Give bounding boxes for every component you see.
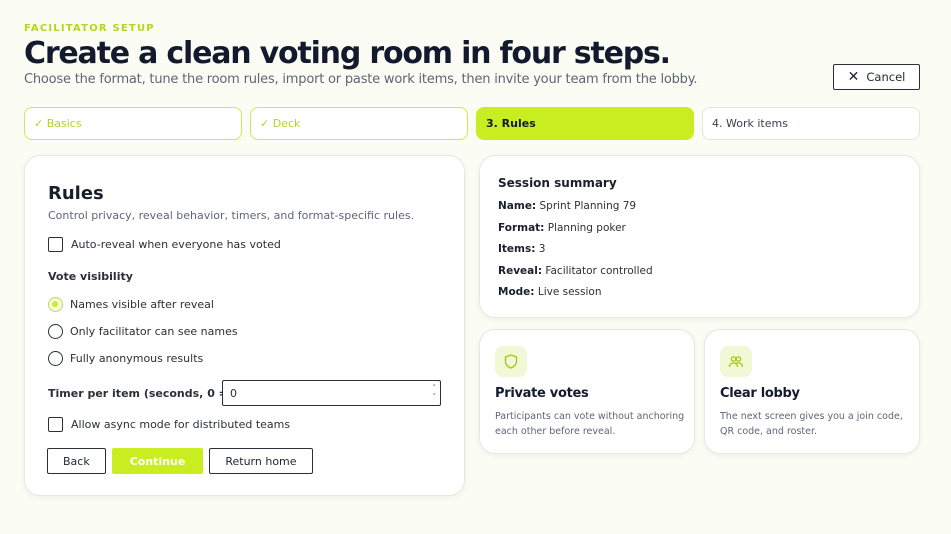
- summary-value: Planning poker: [547, 222, 626, 234]
- summary-key: Mode:: [498, 286, 535, 298]
- step-basics[interactable]: ✓ Basics: [24, 107, 242, 140]
- timer-value: 0: [230, 386, 237, 400]
- summary-row-items: Items: 3: [498, 243, 545, 255]
- chevron-up-icon[interactable]: ˄: [433, 384, 437, 393]
- chevron-down-icon[interactable]: ˅: [433, 393, 437, 402]
- radio-facilitator-only[interactable]: [48, 324, 63, 339]
- page-title: Create a clean voting room in four steps…: [24, 36, 671, 71]
- visibility-option-anonymous[interactable]: Fully anonymous results: [48, 351, 203, 366]
- return-home-button[interactable]: Return home: [209, 448, 313, 474]
- vote-visibility-label: Vote visibility: [48, 270, 133, 283]
- auto-reveal-label: Auto-reveal when everyone has voted: [71, 238, 281, 251]
- radio-label: Names visible after reveal: [70, 298, 214, 311]
- summary-row-format: Format: Planning poker: [498, 222, 626, 234]
- shield-icon: [495, 346, 527, 377]
- radio-label: Fully anonymous results: [70, 352, 204, 365]
- async-mode-label: Allow async mode for distributed teams: [71, 418, 291, 431]
- rules-title: Rules: [48, 183, 104, 204]
- visibility-option-names-after-reveal[interactable]: Names visible after reveal: [48, 297, 214, 312]
- feature-description: The next screen gives you a join code, Q…: [720, 411, 903, 437]
- feature-description: Participants can vote without anchoring …: [495, 411, 685, 437]
- feature-title: Clear lobby: [720, 386, 800, 401]
- summary-row-mode: Mode: Live session: [498, 286, 602, 298]
- summary-key: Items:: [498, 243, 536, 255]
- session-summary-card: Session summary Name: Sprint Planning 79…: [479, 155, 920, 318]
- auto-reveal-row[interactable]: Auto-reveal when everyone has voted: [48, 237, 281, 252]
- step-deck[interactable]: ✓ Deck: [250, 107, 468, 140]
- cancel-label: Cancel: [866, 70, 906, 84]
- visibility-option-facilitator-only[interactable]: Only facilitator can see names: [48, 324, 238, 339]
- eyebrow-label: FACILITATOR SETUP: [24, 23, 155, 34]
- summary-value: 3: [538, 243, 546, 255]
- step-work-items[interactable]: 4. Work items: [702, 107, 920, 140]
- summary-key: Format:: [498, 222, 545, 234]
- stepper: ✓ Basics ✓ Deck 3. Rules 4. Work items: [24, 107, 920, 140]
- close-icon: ✕: [847, 69, 860, 85]
- async-mode-checkbox[interactable]: [48, 417, 63, 432]
- radio-label: Only facilitator can see names: [70, 325, 238, 338]
- summary-key: Name:: [498, 200, 537, 212]
- radio-anonymous[interactable]: [48, 351, 63, 366]
- step-rules[interactable]: 3. Rules: [476, 107, 694, 140]
- summary-value: Live session: [537, 286, 602, 298]
- rules-description: Control privacy, reveal behavior, timers…: [48, 209, 415, 222]
- back-button[interactable]: Back: [47, 448, 106, 474]
- continue-button[interactable]: Continue: [111, 448, 204, 474]
- rules-actions: Back Continue Return home: [47, 448, 313, 474]
- summary-title: Session summary: [498, 176, 617, 190]
- summary-row-name: Name: Sprint Planning 79: [498, 200, 636, 212]
- timer-input[interactable]: 0 ˄ ˅: [222, 380, 441, 406]
- page-subtitle: Choose the format, tune the room rules, …: [24, 72, 698, 87]
- number-stepper[interactable]: ˄ ˅: [433, 384, 437, 402]
- auto-reveal-checkbox[interactable]: [48, 237, 63, 252]
- summary-row-reveal: Reveal: Facilitator controlled: [498, 265, 653, 277]
- users-icon: [720, 346, 752, 377]
- summary-value: Sprint Planning 79: [539, 200, 637, 212]
- rules-card: Rules Control privacy, reveal behavior, …: [24, 155, 465, 496]
- feature-card-private-votes: Private votes Participants can vote with…: [479, 329, 695, 454]
- cancel-button[interactable]: ✕ Cancel: [833, 64, 920, 90]
- summary-key: Reveal:: [498, 265, 543, 277]
- async-mode-row[interactable]: Allow async mode for distributed teams: [48, 417, 290, 432]
- radio-names-after-reveal[interactable]: [48, 297, 63, 312]
- feature-card-clear-lobby: Clear lobby The next screen gives you a …: [704, 329, 920, 454]
- feature-title: Private votes: [495, 386, 589, 401]
- summary-value: Facilitator controlled: [545, 265, 653, 277]
